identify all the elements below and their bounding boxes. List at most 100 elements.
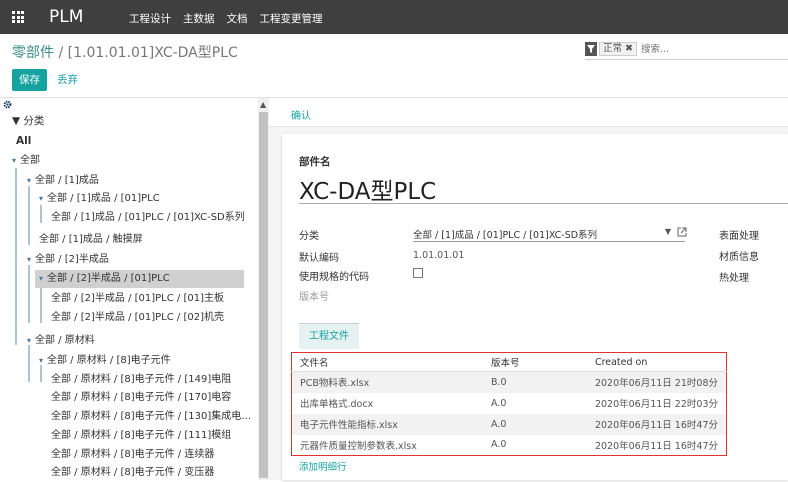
menu-engineering-change[interactable]: 工程变更管理 (260, 11, 323, 26)
tree-item[interactable]: 全部 / 原材料 / [8]电子元件 / 连续器 (51, 446, 214, 464)
cell-version: B.0 (483, 371, 587, 393)
tree-item[interactable]: ▾ 全部 / [2]半成品 / [01]PLC (35, 270, 244, 288)
tree-item[interactable]: ▾ 全部 (12, 152, 40, 170)
chevron-down-icon[interactable]: ▼ (665, 227, 671, 236)
column-header-filename[interactable]: 文件名 (291, 352, 483, 372)
tree-item[interactable]: 全部 / [1]成品 / [01]PLC / [01]XC-SD系列 (51, 209, 245, 227)
default-code-value[interactable]: 1.01.01.01 (413, 250, 464, 261)
tree-item[interactable]: 全部 / 原材料 / [8]电子元件 / [149]电阻 (51, 371, 231, 389)
tree-item-label: 全部 / 原材料 / [8]电子元件 / [170]电容 (51, 392, 232, 403)
tree-item-label: 全部 / 原材料 / [8]电子元件 (47, 355, 171, 366)
menu-master-data[interactable]: 主数据 (183, 11, 215, 26)
breadcrumb-separator: / (54, 45, 68, 61)
tree-item-label: 全部 / [1]成品 / [01]PLC / [01]XC-SD系列 (51, 212, 245, 223)
column-header-version[interactable]: 版本号 (483, 352, 587, 372)
table-header-row: 文件名 版本号 Created on (291, 352, 727, 372)
caret-down-icon[interactable]: ▾ (27, 251, 35, 269)
tree-item[interactable]: ▾ 全部 / [1]成品 (27, 172, 99, 190)
cell-version: A.0 (491, 439, 507, 451)
tree-item-label: 全部 / 原材料 / [8]电子元件 / [149]电阻 (51, 374, 232, 385)
tree-item-label: 全部 / [1]成品 / 触摸屏 (39, 234, 143, 245)
tree-item[interactable]: ▾ 全部 / 原材料 (27, 332, 95, 350)
search-bar: 正常 ✖ (585, 40, 788, 60)
apps-grid-icon[interactable] (12, 11, 24, 23)
tree-item[interactable]: ▾ 全部 / 原材料 / [8]电子元件 (39, 352, 171, 370)
scroll-up-icon[interactable]: ▲ (260, 100, 266, 109)
material-info-label: 材质信息 (719, 252, 759, 263)
caret-down-icon[interactable]: ▾ (12, 152, 20, 170)
gear-icon[interactable] (3, 100, 12, 109)
category-all[interactable]: All (16, 135, 31, 147)
use-spec-code-label: 使用规格的代码 (299, 272, 369, 283)
facet-remove-icon[interactable]: ✖ (625, 43, 633, 55)
tree-item[interactable]: 全部 / [1]成品 / 触摸屏 (39, 231, 143, 249)
cell-filename: PCB物料表.xlsx (291, 371, 483, 393)
scroll-thumb[interactable] (259, 112, 268, 478)
add-line-button[interactable]: 添加明细行 (299, 459, 347, 473)
tree-item-label: 全部 / 原材料 / [8]电子元件 / [130]集成电… (51, 411, 252, 422)
search-input[interactable] (641, 42, 781, 56)
part-name-label: 部件名 (299, 156, 331, 168)
category-select-value: 全部 / [1]成品 / [01]PLC / [01]XC-SD系列 (413, 230, 598, 241)
cell-filename: 电子元件性能指标.xlsx (291, 413, 483, 435)
category-select[interactable]: 全部 / [1]成品 / [01]PLC / [01]XC-SD系列 ▼ (413, 227, 687, 242)
caret-down-icon[interactable]: ▾ (27, 172, 35, 190)
tree-item-label: 全部 (20, 155, 40, 166)
caret-down-icon[interactable]: ▾ (39, 270, 47, 288)
part-name-input[interactable]: XC-DA型PLC (299, 172, 788, 205)
filter-small-icon: ▼ (12, 115, 24, 127)
tree-item-label: 全部 / 原材料 (35, 335, 95, 346)
tree-item[interactable]: 全部 / 原材料 / [8]电子元件 / [111]模组 (51, 427, 231, 445)
menu-documents[interactable]: 文档 (227, 11, 248, 26)
breadcrumb-current: [1.01.01.01]XC-DA型PLC (67, 45, 238, 61)
category-field-label: 分类 (299, 231, 319, 242)
tree-item-label: 全部 / [2]半成品 / [01]PLC (47, 273, 170, 284)
top-menu: 工程设计 主数据 文档 工程变更管理 (129, 11, 323, 26)
cell-version: A.0 (491, 397, 507, 409)
tab-engineering-files[interactable]: 工程文件 (299, 323, 359, 349)
tree-item[interactable]: 全部 / 原材料 / [8]电子元件 / [170]电容 (51, 389, 231, 407)
breadcrumb-parent[interactable]: 零部件 (12, 45, 54, 61)
tree-item-label: 全部 / [1]成品 / [01]PLC (47, 193, 160, 204)
breadcrumb: 零部件 / [1.01.01.01]XC-DA型PLC (12, 42, 238, 62)
default-code-label: 默认编码 (299, 253, 339, 264)
tree-item[interactable]: 全部 / [2]半成品 / [01]PLC / [02]机壳 (51, 309, 224, 327)
cell-version: A.0 (483, 413, 587, 435)
cell-created-on: 2020年06月11日 16时47分 (586, 413, 727, 435)
tree-item[interactable]: 全部 / 原材料 / [8]电子元件 / [130]集成电… (51, 408, 251, 426)
confirm-button[interactable]: 确认 (291, 107, 311, 122)
filter-icon[interactable] (585, 42, 597, 56)
save-button[interactable]: 保存 (12, 69, 47, 91)
table-row[interactable]: PCB物料表.xlsx B.0 2020年06月11日 21时08分 (291, 371, 727, 393)
tree-item-label: 全部 / [2]半成品 / [01]PLC / [01]主板 (51, 293, 224, 304)
menu-engineering-design[interactable]: 工程设计 (129, 11, 171, 26)
version-label: 版本号 (299, 292, 329, 303)
form-view: 确认 部件名 XC-DA型PLC 分类 全部 / [1]成品 / [01]PLC… (269, 98, 788, 480)
caret-down-icon[interactable]: ▾ (27, 332, 35, 350)
use-spec-code-checkbox[interactable] (413, 268, 423, 278)
tree-item-label: 全部 / 原材料 / [8]电子元件 / 连续器 (51, 449, 215, 460)
discard-button[interactable]: 丢弃 (57, 69, 78, 91)
surface-treatment-label: 表面处理 (719, 231, 759, 242)
category-title-label: 分类 (23, 115, 45, 127)
tree-item[interactable]: 全部 / 原材料 / [8]电子元件 / 变压器 (51, 464, 214, 482)
caret-down-icon[interactable]: ▾ (39, 352, 47, 370)
table-row[interactable]: 元器件质量控制参数表.xlsx A.0 2020年06月11日 16时47分 (292, 435, 727, 456)
tree-item-label: 全部 / [1]成品 (35, 175, 99, 186)
caret-down-icon[interactable]: ▾ (39, 190, 47, 208)
category-title[interactable]: ▼ 分类 (12, 113, 44, 128)
external-link-icon[interactable] (677, 227, 687, 237)
tree-item[interactable]: 全部 / [2]半成品 / [01]PLC / [01]主板 (51, 290, 224, 308)
form-statusbar: 确认 (269, 98, 788, 127)
sidebar-scrollbar[interactable]: ▲ (258, 98, 269, 480)
tree-item-label: 全部 / 原材料 / [8]电子元件 / [111]模组 (51, 430, 232, 441)
cell-created-on: 2020年06月11日 21时08分 (586, 371, 727, 393)
table-row[interactable]: 出库单格式.docx A.0 2020年06月11日 22时03分 (292, 393, 727, 414)
tree-item[interactable]: ▾ 全部 / [1]成品 / [01]PLC (39, 190, 160, 208)
cell-filename: 出库单格式.docx (300, 399, 374, 410)
facet-label: 正常 (603, 43, 623, 54)
tree-item[interactable]: ▾ 全部 / [2]半成品 (27, 251, 109, 269)
table-row[interactable]: 电子元件性能指标.xlsx A.0 2020年06月11日 16时47分 (291, 413, 727, 435)
form-sheet: 部件名 XC-DA型PLC 分类 全部 / [1]成品 / [01]PLC / … (282, 134, 788, 480)
column-header-created-on[interactable]: Created on (586, 352, 727, 372)
